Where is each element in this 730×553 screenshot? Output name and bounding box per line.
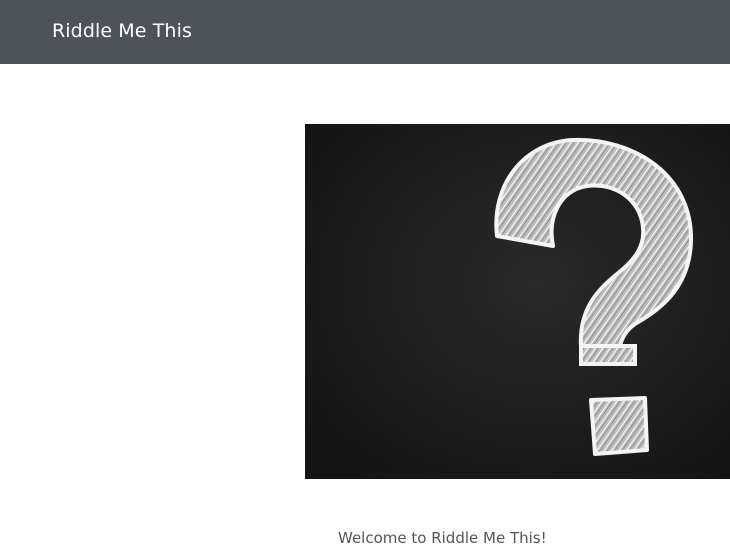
chalkboard-illustration	[305, 124, 730, 479]
top-navbar: Riddle Me This	[0, 0, 730, 64]
brand-link[interactable]: Riddle Me This	[52, 19, 192, 43]
welcome-message: Welcome to Riddle Me This!	[338, 529, 547, 547]
hero-image	[305, 124, 730, 479]
